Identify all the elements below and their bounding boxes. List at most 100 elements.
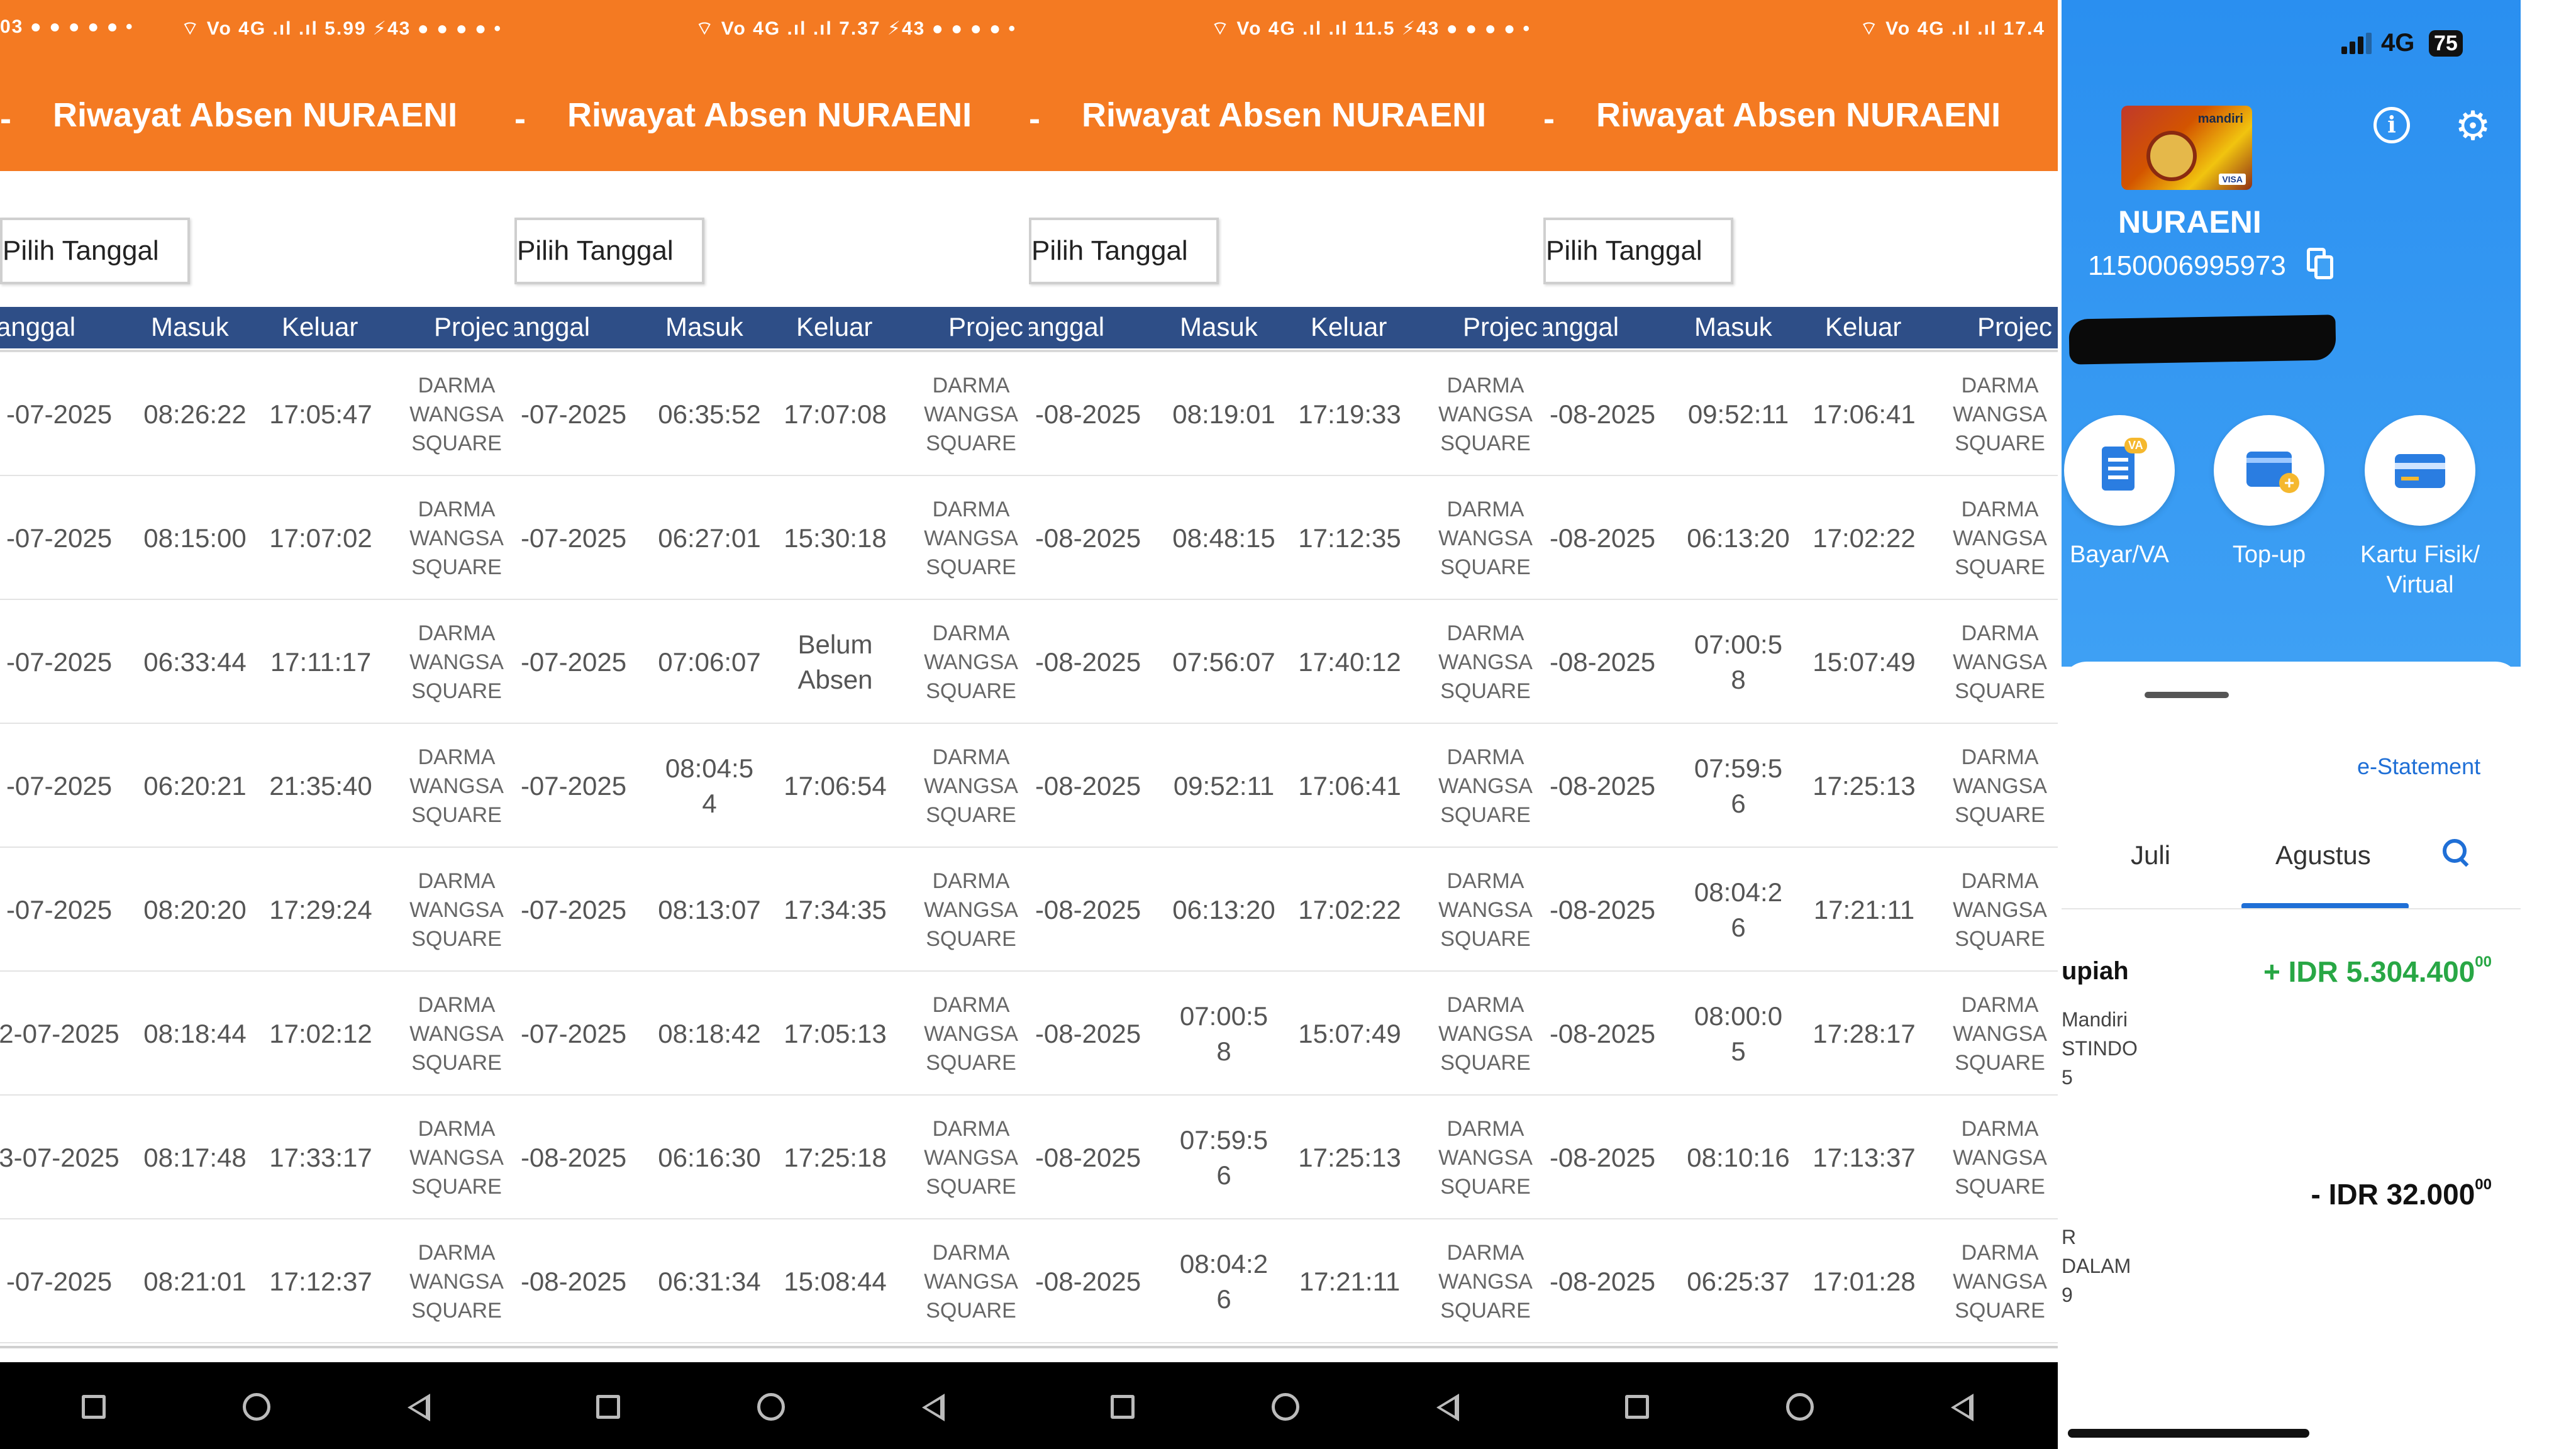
table-row[interactable]: -07-2025 07:06:07 Belum Absen DARMA WANGSA … — [514, 600, 1029, 724]
back-dash[interactable]: - — [0, 99, 11, 138]
info-icon[interactable]: i — [2373, 107, 2410, 143]
table-row[interactable]: 3-07-2025 08:17:48 17:33:17 DARMA WANGSA SQ… — [0, 1096, 514, 1219]
column-header[interactable]: Masuk — [1694, 312, 1772, 342]
date-cell: -08-2025 — [1035, 523, 1141, 553]
column-header[interactable]: Projec — [1463, 312, 1538, 342]
date-picker-button[interactable]: Pilih Tanggal — [1543, 218, 1733, 284]
table-row[interactable]: -07-2025 08:04:5 4 17:06:54 DARMA WANGSA SQ… — [514, 724, 1029, 848]
project-cell: DARMA WANGSA SQUARE — [924, 745, 1018, 827]
attendance-table: -07-2025 06:35:52 17:07:08 DARMA WANGSA SQU… — [514, 352, 1029, 1343]
back-icon[interactable] — [1436, 1394, 1459, 1421]
table-row[interactable]: -08-2025 07:56:07 17:40:12 DARMA WANGSA SQU… — [1029, 600, 1543, 724]
column-header[interactable]: Masuk — [1180, 312, 1258, 342]
card-icon — [2365, 415, 2475, 526]
home-indicator[interactable] — [2068, 1429, 2309, 1438]
action-bayar-va[interactable]: VA Bayar/VA — [2062, 415, 2195, 570]
table-row[interactable]: -08-2025 09:52:11 17:06:41 DARMA WANGSA SQU… — [1543, 352, 2058, 476]
recent-apps-icon[interactable] — [1625, 1395, 1649, 1419]
column-header[interactable]: Keluar — [282, 312, 358, 342]
project-cell: DARMA WANGSA SQUARE — [409, 1240, 504, 1323]
table-row[interactable]: -08-2025 07:59:5 6 17:25:13 DARMA WANGSA SQ… — [1543, 724, 2058, 848]
table-row[interactable]: -07-2025 08:18:42 17:05:13 DARMA WANGSA SQU… — [514, 972, 1029, 1096]
column-header[interactable]: anggal — [1543, 312, 1619, 342]
table-row[interactable]: -07-2025 08:21:01 17:12:37 DARMA WANGSA SQU… — [0, 1219, 514, 1343]
table-row[interactable]: -08-2025 07:00:5 8 15:07:49 DARMA WANGSA SQ… — [1029, 972, 1543, 1096]
column-header[interactable]: Keluar — [1311, 312, 1387, 342]
check-in-cell: 08:20:20 — [143, 894, 247, 924]
back-icon[interactable] — [408, 1394, 430, 1421]
recent-apps-icon[interactable] — [82, 1395, 106, 1419]
action-label: Kartu Fisik/ Virtual — [2360, 541, 2480, 598]
project-cell: DARMA WANGSA SQUARE — [409, 745, 504, 827]
table-row[interactable]: -08-2025 08:04:2 6 17:21:11 DARMA WANGSA SQ… — [1543, 848, 2058, 972]
table-row[interactable]: 2-07-2025 08:18:44 17:02:12 DARMA WANGSA SQ… — [0, 972, 514, 1096]
recent-apps-icon[interactable] — [596, 1395, 620, 1419]
table-row[interactable]: -08-2025 06:31:34 15:08:44 DARMA WANGSA SQU… — [514, 1219, 1029, 1343]
table-row[interactable]: -07-2025 06:20:21 21:35:40 DARMA WANGSA SQU… — [0, 724, 514, 848]
app-bar: - Riwayat Absen NURAENI — [514, 63, 1029, 171]
search-icon[interactable] — [2441, 838, 2469, 865]
column-header[interactable]: Projec — [948, 312, 1023, 342]
table-row[interactable]: -07-2025 06:27:01 15:30:18 DARMA WANGSA SQU… — [514, 476, 1029, 600]
column-header[interactable]: anggal — [1029, 312, 1104, 342]
check-in-cell: 06:35:52 — [658, 399, 761, 429]
table-row[interactable]: -08-2025 07:59:5 6 17:25:13 DARMA WANGSA SQ… — [1029, 1096, 1543, 1219]
table-row[interactable]: -08-2025 06:13:20 17:02:22 DARMA WANGSA SQU… — [1029, 848, 1543, 972]
home-icon[interactable] — [1272, 1393, 1299, 1421]
table-row[interactable]: -08-2025 08:00:0 5 17:28:17 DARMA WANGSA SQ… — [1543, 972, 2058, 1096]
table-row[interactable]: -08-2025 08:10:16 17:13:37 DARMA WANGSA SQU… — [1543, 1096, 2058, 1219]
tab-juli[interactable]: Juli — [2131, 840, 2170, 870]
table-row[interactable]: -08-2025 06:25:37 17:01:28 DARMA WANGSA SQU… — [1543, 1219, 2058, 1343]
back-dash[interactable]: - — [1029, 99, 1040, 138]
e-statement-link[interactable]: e-Statement — [2357, 753, 2480, 780]
back-icon[interactable] — [1951, 1394, 1974, 1421]
check-out-cell: 17:02:12 — [269, 1018, 372, 1048]
column-header[interactable]: anggal — [0, 312, 75, 342]
table-row[interactable]: -08-2025 08:04:2 6 17:21:11 DARMA WANGSA SQ… — [1029, 1219, 1543, 1343]
column-header[interactable]: Masuk — [151, 312, 229, 342]
action-top-up[interactable]: + Top-up — [2194, 415, 2345, 570]
column-header[interactable]: Masuk — [665, 312, 743, 342]
action-kartu[interactable]: Kartu Fisik/ Virtual — [2345, 415, 2496, 600]
column-header[interactable]: Keluar — [1825, 312, 1901, 342]
copy-icon[interactable] — [2307, 248, 2336, 282]
table-row[interactable]: -07-2025 06:33:44 17:11:17 DARMA WANGSA SQU… — [0, 600, 514, 724]
debit-card-image[interactable]: mandiri VISA — [2121, 106, 2252, 190]
table-row[interactable]: -07-2025 08:13:07 17:34:35 DARMA WANGSA SQU… — [514, 848, 1029, 972]
column-header[interactable]: Projec — [1977, 312, 2052, 342]
table-row[interactable]: -08-2025 08:48:15 17:12:35 DARMA WANGSA SQU… — [1029, 476, 1543, 600]
check-in-cell: 08:48:15 — [1172, 523, 1275, 553]
table-row[interactable]: -08-2025 07:00:5 8 15:07:49 DARMA WANGSA SQ… — [1543, 600, 2058, 724]
tab-agustus[interactable]: Agustus — [2275, 840, 2371, 870]
table-row[interactable]: -07-2025 08:20:20 17:29:24 DARMA WANGSA SQU… — [0, 848, 514, 972]
column-header[interactable]: anggal — [514, 312, 590, 342]
table-row[interactable]: -07-2025 06:35:52 17:07:08 DARMA WANGSA SQU… — [514, 352, 1029, 476]
account-holder-name: NURAENI — [2118, 204, 2262, 240]
gear-icon[interactable]: ⚙ — [2453, 106, 2493, 146]
table-row[interactable]: -08-2025 06:13:20 17:02:22 DARMA WANGSA SQU… — [1543, 476, 2058, 600]
sheet-drag-handle[interactable] — [2145, 692, 2229, 698]
date-picker-button[interactable]: Pilih Tanggal — [1029, 218, 1219, 284]
home-icon[interactable] — [757, 1393, 785, 1421]
back-dash[interactable]: - — [1543, 99, 1555, 138]
date-cell: -08-2025 — [1549, 399, 1656, 429]
table-row[interactable]: -08-2025 08:19:01 17:19:33 DARMA WANGSA SQU… — [1029, 352, 1543, 476]
table-row[interactable]: -07-2025 08:15:00 17:07:02 DARMA WANGSA SQU… — [0, 476, 514, 600]
date-picker-button[interactable]: Pilih Tanggal — [0, 218, 190, 284]
home-icon[interactable] — [1786, 1393, 1814, 1421]
android-nav-bar — [514, 1362, 1029, 1449]
back-icon[interactable] — [922, 1394, 945, 1421]
date-picker-button[interactable]: Pilih Tanggal — [514, 218, 704, 284]
date-cell: -08-2025 — [1035, 1266, 1141, 1296]
card-artwork — [2146, 131, 2197, 181]
recent-apps-icon[interactable] — [1111, 1395, 1135, 1419]
table-row[interactable]: -07-2025 08:26:22 17:05:47 DARMA WANGSA SQU… — [0, 352, 514, 476]
column-header[interactable]: Keluar — [796, 312, 872, 342]
table-row[interactable]: -08-2025 09:52:11 17:06:41 DARMA WANGSA SQU… — [1029, 724, 1543, 848]
column-header[interactable]: Projec — [434, 312, 509, 342]
home-icon[interactable] — [243, 1393, 270, 1421]
project-cell: DARMA WANGSA SQUARE — [409, 497, 504, 579]
check-out-cell: 17:12:35 — [1298, 523, 1401, 553]
back-dash[interactable]: - — [514, 99, 526, 138]
table-row[interactable]: -08-2025 06:16:30 17:25:18 DARMA WANGSA SQU… — [514, 1096, 1029, 1219]
